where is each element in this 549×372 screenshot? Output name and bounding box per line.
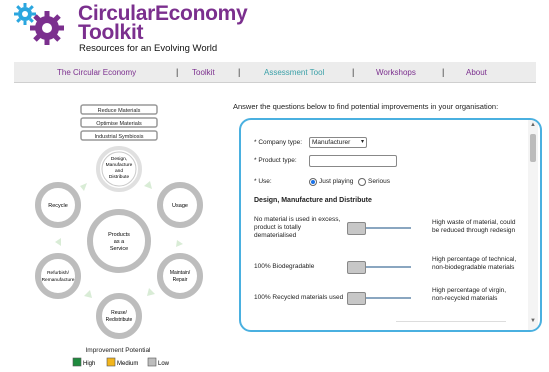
nav-item-about[interactable]: About bbox=[466, 68, 487, 77]
gears-logo-icon bbox=[14, 3, 64, 45]
use-label: * Use: bbox=[254, 178, 272, 185]
company-type-value: Manufacturer bbox=[312, 139, 351, 146]
nav-item-workshops[interactable]: Workshops bbox=[376, 68, 416, 77]
scroll-up-icon[interactable]: ▲ bbox=[530, 122, 536, 128]
slider2-left-text: 100% Biodegradable bbox=[254, 263, 315, 270]
assessment-form-panel: * Company type: Manufacturer ▾ * Product… bbox=[239, 118, 542, 332]
legend-swatch-high bbox=[72, 357, 82, 367]
section-title-design: Design, Manufacture and Distribute bbox=[254, 197, 372, 204]
arrow-icon bbox=[84, 290, 92, 298]
use-just-playing-radio[interactable] bbox=[309, 178, 317, 186]
scroll-thumb[interactable] bbox=[530, 134, 536, 162]
arrow-icon bbox=[147, 288, 155, 296]
slider1-left-line2: product is totally bbox=[254, 224, 301, 231]
slider1-right-line1: High waste of material, could bbox=[432, 219, 516, 226]
arrow-icon bbox=[176, 240, 183, 247]
reduce-materials-label: Reduce Materials bbox=[98, 108, 141, 114]
site-title-line2: Toolkit bbox=[78, 21, 144, 44]
slider3-right-line2: non-recycled materials bbox=[432, 295, 498, 302]
nav-item-circular-economy[interactable]: The Circular Economy bbox=[57, 68, 136, 77]
optimise-materials-label: Optimise Materials bbox=[96, 121, 142, 127]
slider1-right-text: High waste of material, could be reduced… bbox=[432, 219, 515, 235]
chevron-down-icon: ▾ bbox=[360, 139, 364, 145]
slider3-left-text: 100% Recycled materials used bbox=[254, 294, 344, 301]
form-scrollbar[interactable]: ▲ ▼ bbox=[528, 120, 538, 330]
industrial-symbiosis-label: Industrial Symbiosis bbox=[95, 134, 144, 140]
company-type-label: * Company type: bbox=[254, 139, 303, 146]
node-usage[interactable]: Usage bbox=[157, 182, 203, 228]
use-serious-radio[interactable] bbox=[358, 178, 366, 186]
company-type-select[interactable]: Manufacturer ▾ bbox=[309, 137, 367, 148]
arrow-icon bbox=[80, 183, 87, 191]
nav-item-assessment-tool[interactable]: Assessment Tool bbox=[264, 68, 324, 77]
slider2-right-text: High percentage of technical, non-biodeg… bbox=[432, 256, 516, 272]
legend-title: Improvement Potential bbox=[85, 347, 151, 354]
arrow-icon bbox=[144, 181, 152, 189]
nav-item-toolkit[interactable]: Toolkit bbox=[192, 68, 215, 77]
top-boxes: Reduce Materials Optimise Materials Indu… bbox=[80, 104, 158, 141]
legend-label-low: Low bbox=[158, 361, 170, 367]
legend: High Medium Low bbox=[72, 357, 170, 367]
form-intro-text: Answer the questions below to find poten… bbox=[233, 102, 499, 111]
site-title[interactable]: CircularEconomy Toolkit bbox=[78, 3, 248, 44]
slider1-left-line1: No material is used in excess, bbox=[254, 216, 341, 223]
center-label-line3: Service bbox=[110, 246, 128, 252]
circular-economy-diagram: Reduce Materials Optimise Materials Indu… bbox=[35, 104, 203, 367]
design-label-line4: Distribute bbox=[109, 174, 130, 180]
nav-separator: | bbox=[238, 67, 241, 77]
refurbish-label-line2: Remanufacture bbox=[42, 277, 75, 283]
node-recycle[interactable]: Recycle bbox=[35, 182, 81, 228]
arrow-icon bbox=[55, 238, 61, 246]
slider2-right-line2: non-biodegradable materials bbox=[432, 264, 515, 271]
recycle-label: Recycle bbox=[48, 203, 68, 209]
nav-separator: | bbox=[176, 67, 179, 77]
legend-swatch-medium bbox=[106, 357, 116, 367]
site-header: CircularEconomy Toolkit Resources for an… bbox=[0, 0, 549, 62]
slider3-thumb[interactable] bbox=[347, 292, 366, 305]
use-just-playing-label: Just playing bbox=[319, 178, 354, 185]
reuse-label-line2: Redistribute bbox=[106, 317, 133, 323]
maintain-label-line1: Maintain/ bbox=[170, 270, 191, 276]
slider1-left-text: No material is used in excess, product i… bbox=[254, 216, 340, 240]
design-label-line1: Design, bbox=[111, 156, 127, 162]
design-label-line3: and bbox=[115, 168, 123, 174]
design-label-line2: Manufacture bbox=[106, 162, 133, 168]
node-design-manufacture-distribute[interactable]: Design, Manufacture and Distribute bbox=[96, 146, 142, 192]
divider bbox=[396, 321, 506, 322]
slider2-thumb[interactable] bbox=[347, 261, 366, 274]
node-maintain-repair[interactable]: Maintain/ Repair bbox=[157, 253, 203, 299]
slider3-right-line1: High percentage of virgin, bbox=[432, 287, 507, 294]
product-type-input[interactable] bbox=[309, 155, 397, 167]
use-serious-label: Serious bbox=[368, 178, 391, 185]
scroll-down-icon[interactable]: ▼ bbox=[530, 318, 536, 324]
node-reuse-redistribute[interactable]: Reuse/ Redistribute bbox=[96, 293, 142, 339]
site-subtitle: Resources for an Evolving World bbox=[79, 43, 218, 54]
legend-swatch-low bbox=[147, 357, 157, 367]
slider1-thumb[interactable] bbox=[347, 222, 366, 235]
slider1-right-line2: be reduced through redesign bbox=[432, 227, 516, 234]
node-refurbish-remanufacture[interactable]: Refurbish/ Remanufacture bbox=[35, 253, 81, 299]
legend-label-high: High bbox=[83, 361, 95, 367]
nav-separator: | bbox=[352, 67, 355, 77]
reuse-label-line1: Reuse/ bbox=[111, 310, 127, 316]
slider3-right-text: High percentage of virgin, non-recycled … bbox=[432, 287, 506, 303]
refurbish-label-line1: Refurbish/ bbox=[47, 270, 70, 276]
slider1-left-line3: dematerialised bbox=[254, 232, 297, 239]
nav-separator: | bbox=[442, 67, 445, 77]
maintain-label-line2: Repair bbox=[173, 277, 188, 283]
slider2-right-line1: High percentage of technical, bbox=[432, 256, 517, 263]
usage-label: Usage bbox=[172, 203, 188, 209]
center-node-products-as-service[interactable]: Products as a Service bbox=[87, 209, 151, 273]
product-type-label: * Product type: bbox=[254, 157, 297, 164]
legend-label-medium: Medium bbox=[117, 361, 138, 367]
center-label-line1: Products bbox=[108, 232, 130, 238]
main-nav: The Circular Economy | Toolkit | Assessm… bbox=[14, 62, 536, 83]
center-label-line2: as a bbox=[114, 239, 125, 245]
